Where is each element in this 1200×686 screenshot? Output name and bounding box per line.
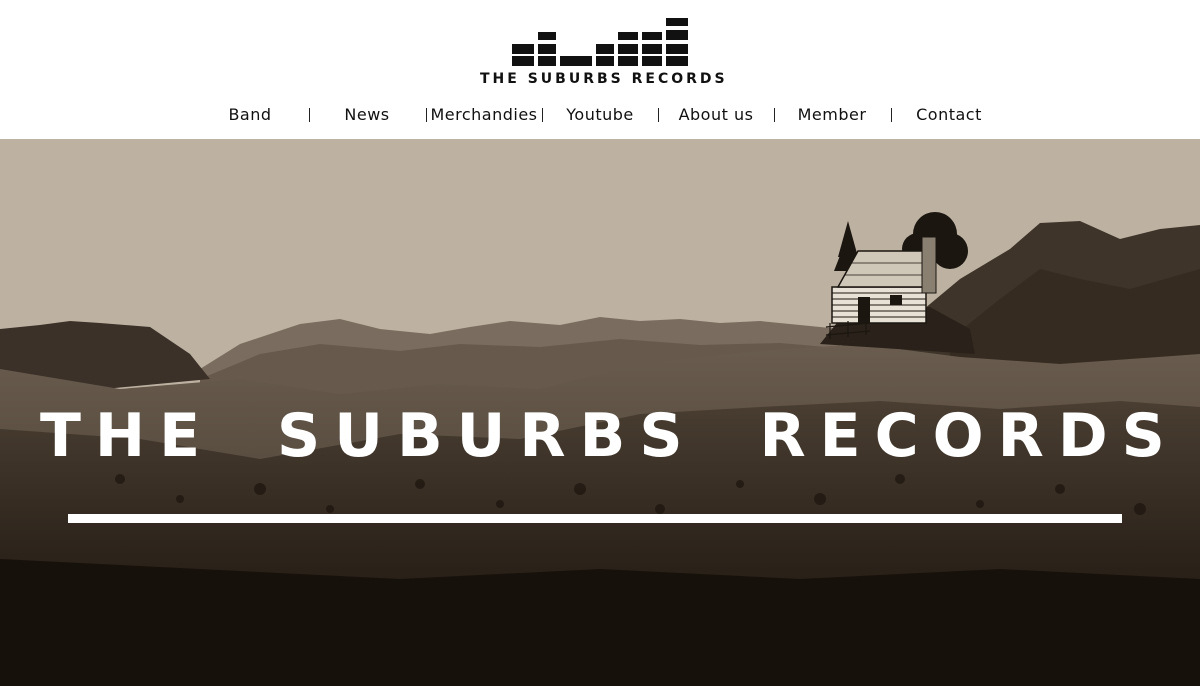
hero-divider (68, 514, 1122, 523)
hero-banner: THE SUBURBS RECORDS (0, 139, 1200, 686)
nav-item-member[interactable]: Member (787, 102, 877, 130)
nav-item-merchandies[interactable]: Merchandies (429, 102, 539, 130)
nav-separator (774, 108, 775, 122)
nav-item-contact[interactable]: Contact (904, 102, 994, 130)
site-header: THE SUBURBS RECORDS Band News Merchandie… (0, 0, 1200, 139)
nav-item-band[interactable]: Band (210, 102, 290, 130)
nav-separator (658, 108, 659, 122)
nav-item-youtube[interactable]: Youtube (555, 102, 645, 130)
nav-separator (426, 108, 427, 122)
hero-title: THE SUBURBS RECORDS (40, 401, 1179, 471)
nav-item-news[interactable]: News (327, 102, 407, 130)
nav-separator (891, 108, 892, 122)
nav-item-about-us[interactable]: About us (671, 102, 761, 130)
nav-separator (309, 108, 310, 122)
equalizer-bars-icon (512, 18, 688, 66)
logo-text: THE SUBURBS RECORDS (480, 71, 728, 87)
site-logo[interactable]: THE SUBURBS RECORDS (480, 14, 728, 88)
main-nav: Band News Merchandies Youtube About us M… (0, 102, 1200, 130)
page: THE SUBURBS RECORDS Band News Merchandie… (0, 0, 1200, 686)
nav-separator (542, 108, 543, 122)
